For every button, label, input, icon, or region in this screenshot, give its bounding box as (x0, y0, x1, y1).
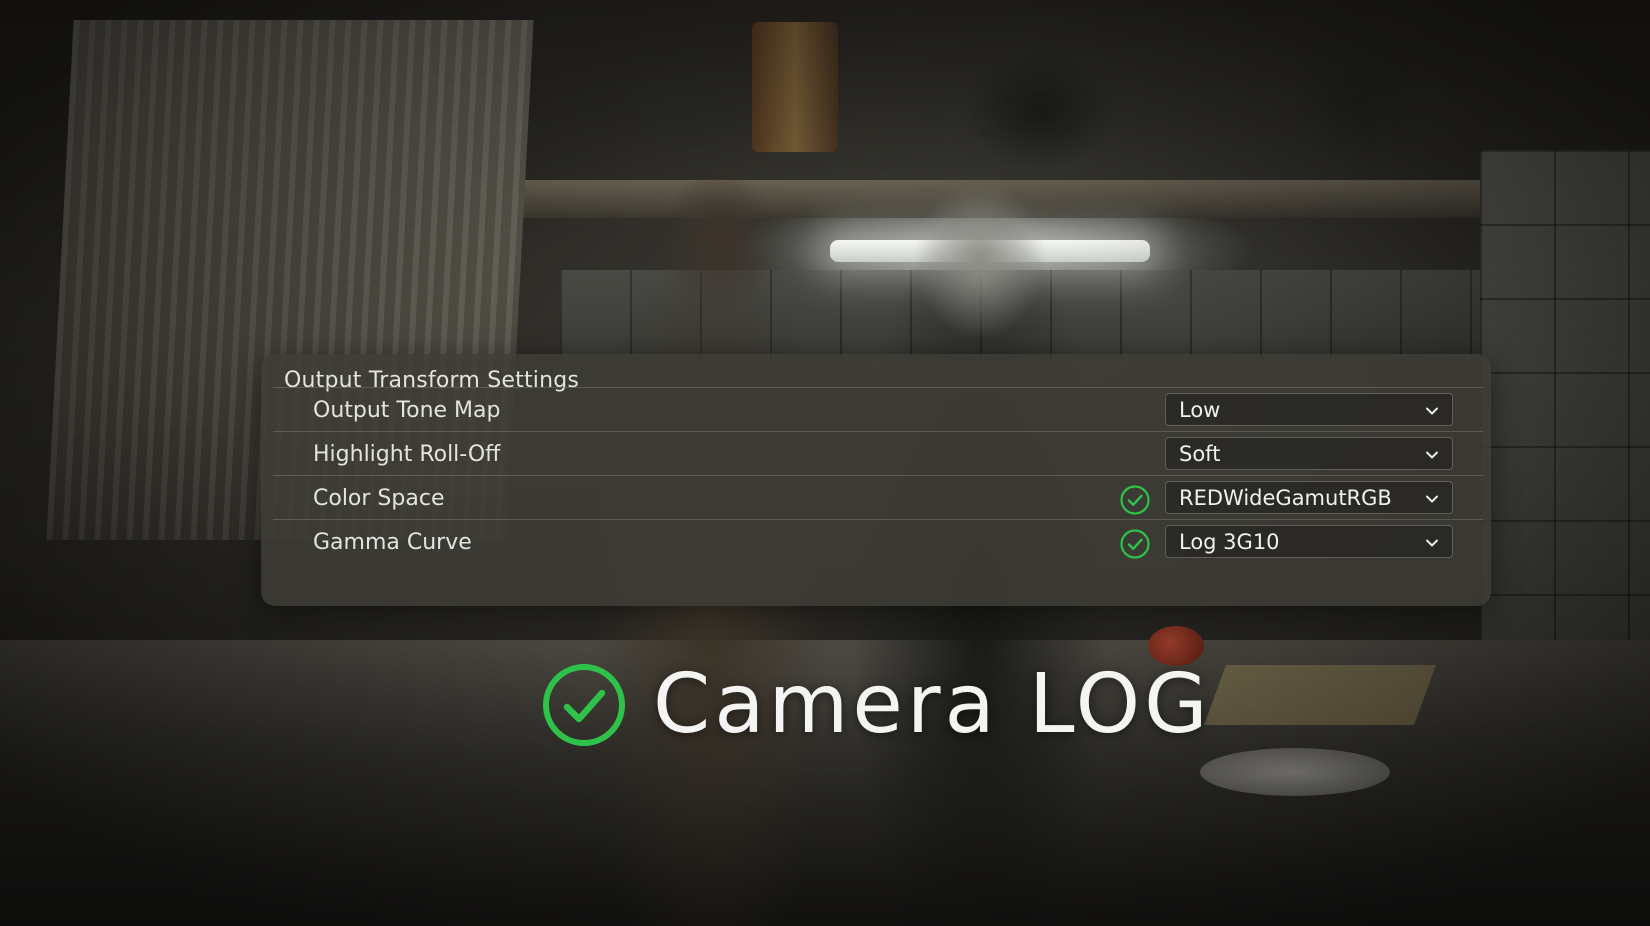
caption-text: Camera LOG (653, 657, 1212, 752)
chevron-down-icon (1426, 495, 1438, 503)
chevron-down-icon (1426, 539, 1438, 547)
setting-label: Gamma Curve (313, 530, 472, 555)
dropdown-value: Low (1179, 398, 1221, 422)
camera-log-caption: Camera LOG (541, 660, 1212, 750)
setting-row-color-space: Color Space REDWideGamutRGB (273, 475, 1483, 520)
setting-row-highlight-roll-off: Highlight Roll-Off Soft (273, 431, 1483, 476)
setting-row-gamma-curve: Gamma Curve Log 3G10 (273, 519, 1483, 564)
output-tone-map-dropdown[interactable]: Low (1165, 393, 1453, 426)
dropdown-value: Log 3G10 (1179, 530, 1280, 554)
setting-label: Color Space (313, 486, 445, 511)
color-space-dropdown[interactable]: REDWideGamutRGB (1165, 481, 1453, 514)
chevron-down-icon (1426, 451, 1438, 459)
output-transform-settings-panel: Output Transform Settings Output Tone Ma… (261, 354, 1491, 606)
dropdown-value: Soft (1179, 442, 1221, 466)
check-circle-icon (1120, 485, 1150, 515)
chevron-down-icon (1426, 407, 1438, 415)
setting-row-output-tone-map: Output Tone Map Low (273, 387, 1483, 432)
gamma-curve-dropdown[interactable]: Log 3G10 (1165, 525, 1453, 558)
setting-label: Output Tone Map (313, 398, 501, 423)
check-circle-icon (543, 664, 625, 746)
dropdown-value: REDWideGamutRGB (1179, 486, 1392, 510)
highlight-roll-off-dropdown[interactable]: Soft (1165, 437, 1453, 470)
setting-label: Highlight Roll-Off (313, 442, 501, 467)
check-circle-icon (1120, 529, 1150, 559)
